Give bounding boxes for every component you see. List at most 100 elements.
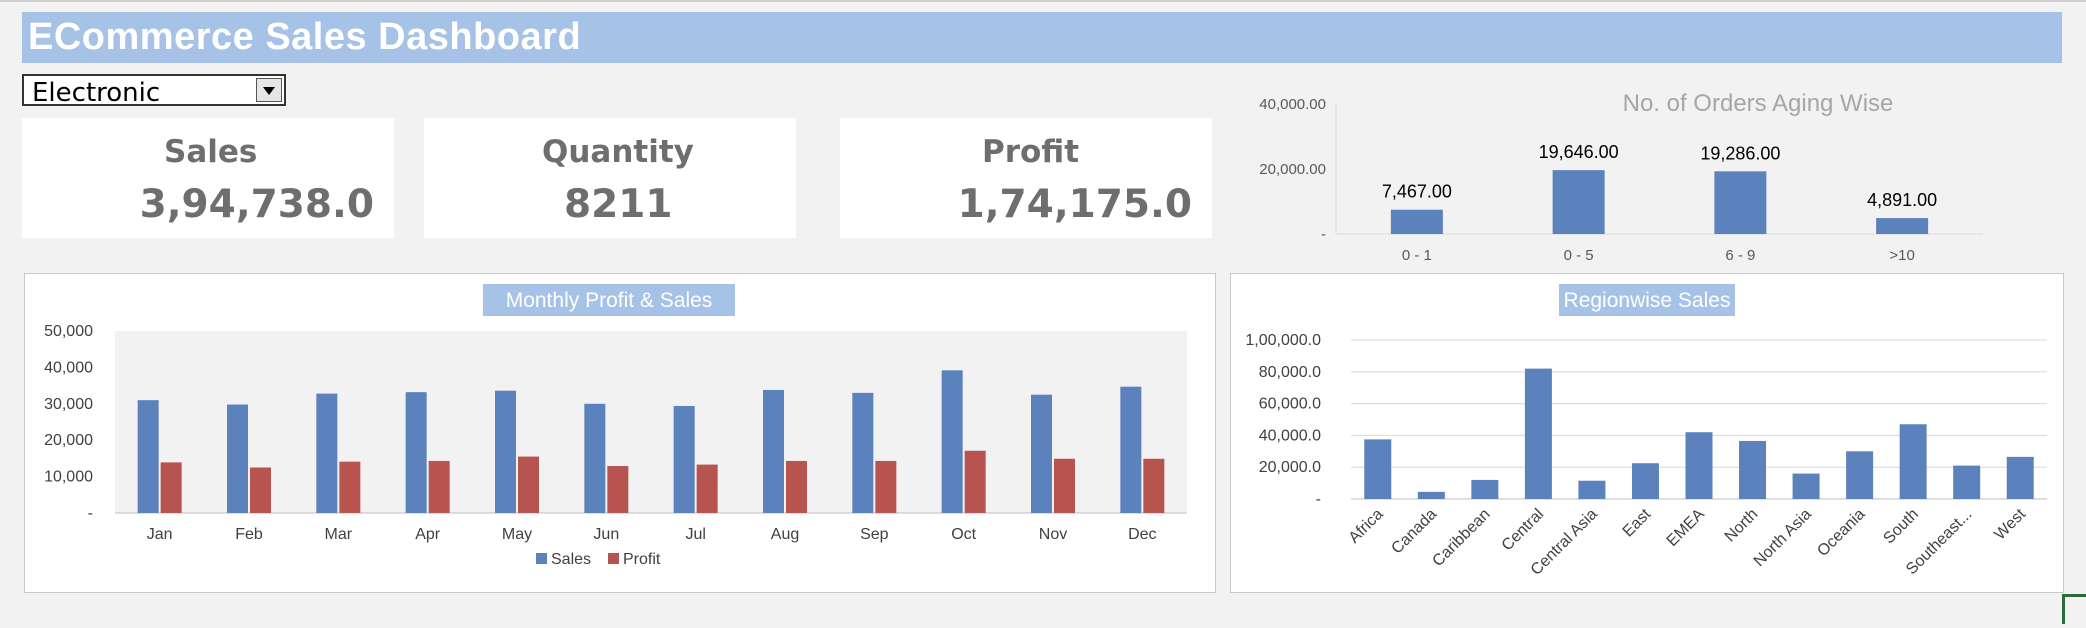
- monthly-x-tick-label: Nov: [1039, 526, 1067, 543]
- regional-y-tick-label: 80,000.0: [1259, 364, 1321, 381]
- monthly-profit-bar: [160, 462, 182, 513]
- monthly-sales-bar: [673, 405, 695, 513]
- legend-profit-label: Profit: [623, 551, 661, 568]
- monthly-chart-title: Monthly Profit & Sales: [506, 289, 713, 312]
- regional-x-tick-label: Caribbean: [1429, 506, 1493, 570]
- regional-bar: [1631, 463, 1659, 499]
- monthly-chart: Monthly Profit & Sales - 10,000 20,000 30,00…: [44, 284, 1187, 568]
- regional-bar: [2006, 456, 2034, 499]
- regional-y-tick-label: 20,000.0: [1259, 459, 1321, 476]
- aging-bar: [1714, 171, 1767, 234]
- cell-selection-corner: [2062, 594, 2086, 624]
- regional-bar: [1899, 424, 1927, 499]
- regional-y-tick-label: 1,00,000.0: [1245, 332, 1321, 349]
- aging-bar: [1552, 170, 1605, 234]
- regional-bar: [1471, 479, 1499, 499]
- monthly-y-tick-label: 40,000: [44, 359, 93, 376]
- monthly-y-tick-label: 10,000: [44, 469, 93, 486]
- monthly-x-tick-label: May: [502, 526, 532, 543]
- regional-x-tick-label: West: [1991, 505, 2029, 543]
- monthly-sales-bar: [495, 390, 516, 513]
- monthly-profit-bar: [428, 460, 450, 513]
- category-dropdown-value: Electronic: [32, 78, 161, 108]
- regional-bar: [1524, 368, 1552, 499]
- regional-bar: [1685, 432, 1713, 499]
- monthly-x-tick-label: Jul: [685, 526, 705, 543]
- regional-x-tick-label: EMEA: [1664, 506, 1708, 550]
- kpi-quantity-value: 8211: [564, 182, 673, 227]
- regional-bar: [1364, 439, 1392, 499]
- monthly-profit-bar: [1054, 458, 1075, 513]
- aging-x-tick-label: 0 - 1: [1402, 247, 1432, 264]
- regional-x-tick-label: Central: [1499, 506, 1547, 554]
- kpi-quantity-label: Quantity: [542, 134, 694, 170]
- legend-sales-swatch: [536, 553, 547, 564]
- monthly-profit-bar: [1143, 458, 1165, 513]
- monthly-profit-bar: [786, 460, 807, 513]
- dashboard-title: ECommerce Sales Dashboard: [28, 16, 582, 58]
- monthly-sales-bar: [405, 392, 427, 513]
- aging-chart: No. of Orders Aging Wise - 20,000.00 40,000…: [1259, 90, 1983, 264]
- regional-x-tick-label: North: [1722, 506, 1762, 546]
- monthly-sales-bar: [852, 392, 874, 513]
- monthly-plot-area: [115, 331, 1187, 513]
- aging-data-label: 4,891.00: [1867, 190, 1937, 210]
- title-bar: ECommerce Sales Dashboard: [22, 12, 2062, 63]
- regional-chart-panel: Regionwise Sales - 20,000.0 40,000.0 60,000.…: [1230, 273, 2064, 593]
- monthly-sales-bar: [763, 389, 784, 513]
- kpi-profit-label: Profit: [982, 134, 1080, 170]
- monthly-sales-bar: [137, 400, 159, 513]
- category-dropdown[interactable]: Electronic: [22, 74, 286, 108]
- monthly-x-tick-label: Dec: [1128, 526, 1156, 543]
- regional-y-tick-label: 40,000.0: [1259, 427, 1321, 444]
- aging-y-tick-label: -: [1321, 226, 1326, 243]
- monthly-x-tick-label: Sep: [860, 526, 889, 543]
- monthly-x-tick-label: Oct: [951, 526, 976, 543]
- aging-bar: [1876, 218, 1929, 234]
- kpi-sales-label: Sales: [164, 134, 258, 170]
- monthly-profit-bar: [339, 461, 361, 513]
- aging-chart-title: No. of Orders Aging Wise: [1623, 90, 1894, 117]
- monthly-sales-bar: [1031, 394, 1052, 513]
- regional-y-tick-label: 60,000.0: [1259, 396, 1321, 413]
- chevron-down-icon[interactable]: [256, 78, 282, 102]
- monthly-x-tick-label: Mar: [325, 526, 353, 543]
- monthly-sales-bar: [584, 403, 606, 513]
- regional-bar: [1578, 480, 1606, 499]
- aging-x-tick-label: >10: [1889, 247, 1914, 264]
- regional-chart: Regionwise Sales - 20,000.0 40,000.0 60,000.…: [1245, 284, 2047, 579]
- monthly-chart-panel: Monthly Profit & Sales - 10,000 20,000 30,00…: [24, 273, 1216, 593]
- monthly-profit-bar: [250, 467, 271, 513]
- kpi-quantity-card: Quantity 8211: [424, 118, 796, 238]
- monthly-x-tick-label: Jun: [593, 526, 619, 543]
- monthly-profit-bar: [964, 450, 986, 513]
- monthly-sales-bar: [1120, 386, 1142, 513]
- regional-x-tick-label: Oceania: [1814, 506, 1868, 560]
- monthly-x-tick-label: Feb: [235, 526, 263, 543]
- monthly-profit-bar: [875, 460, 897, 513]
- regional-bar: [1417, 491, 1445, 499]
- regional-x-tick-label: Canada: [1388, 506, 1440, 558]
- monthly-y-tick-label: -: [88, 505, 93, 522]
- regional-x-tick-label: South: [1880, 506, 1922, 548]
- kpi-sales-card: Sales 3,94,738.0: [22, 118, 394, 238]
- monthly-x-tick-label: Aug: [771, 526, 799, 543]
- legend-sales-label: Sales: [551, 551, 591, 568]
- regional-bar: [1953, 465, 1981, 499]
- regional-x-tick-label: East: [1620, 505, 1655, 540]
- monthly-sales-bar: [227, 404, 248, 513]
- kpi-profit-value: 1,74,175.0: [957, 182, 1192, 227]
- monthly-sales-bar: [941, 370, 963, 513]
- monthly-y-tick-label: 50,000: [44, 323, 93, 340]
- regional-x-tick-label: Africa: [1346, 506, 1387, 547]
- monthly-profit-bar: [607, 466, 629, 513]
- kpi-sales-value: 3,94,738.0: [139, 182, 374, 227]
- kpi-profit-card: Profit 1,74,175.0: [840, 118, 1212, 238]
- monthly-x-tick-label: Apr: [415, 526, 441, 543]
- aging-data-label: 7,467.00: [1382, 182, 1452, 202]
- aging-y-tick-label: 20,000.00: [1259, 161, 1326, 178]
- regional-chart-title: Regionwise Sales: [1564, 289, 1731, 312]
- regional-y-tick-label: -: [1316, 491, 1321, 508]
- aging-bar: [1390, 209, 1443, 234]
- aging-data-label: 19,646.00: [1539, 142, 1619, 162]
